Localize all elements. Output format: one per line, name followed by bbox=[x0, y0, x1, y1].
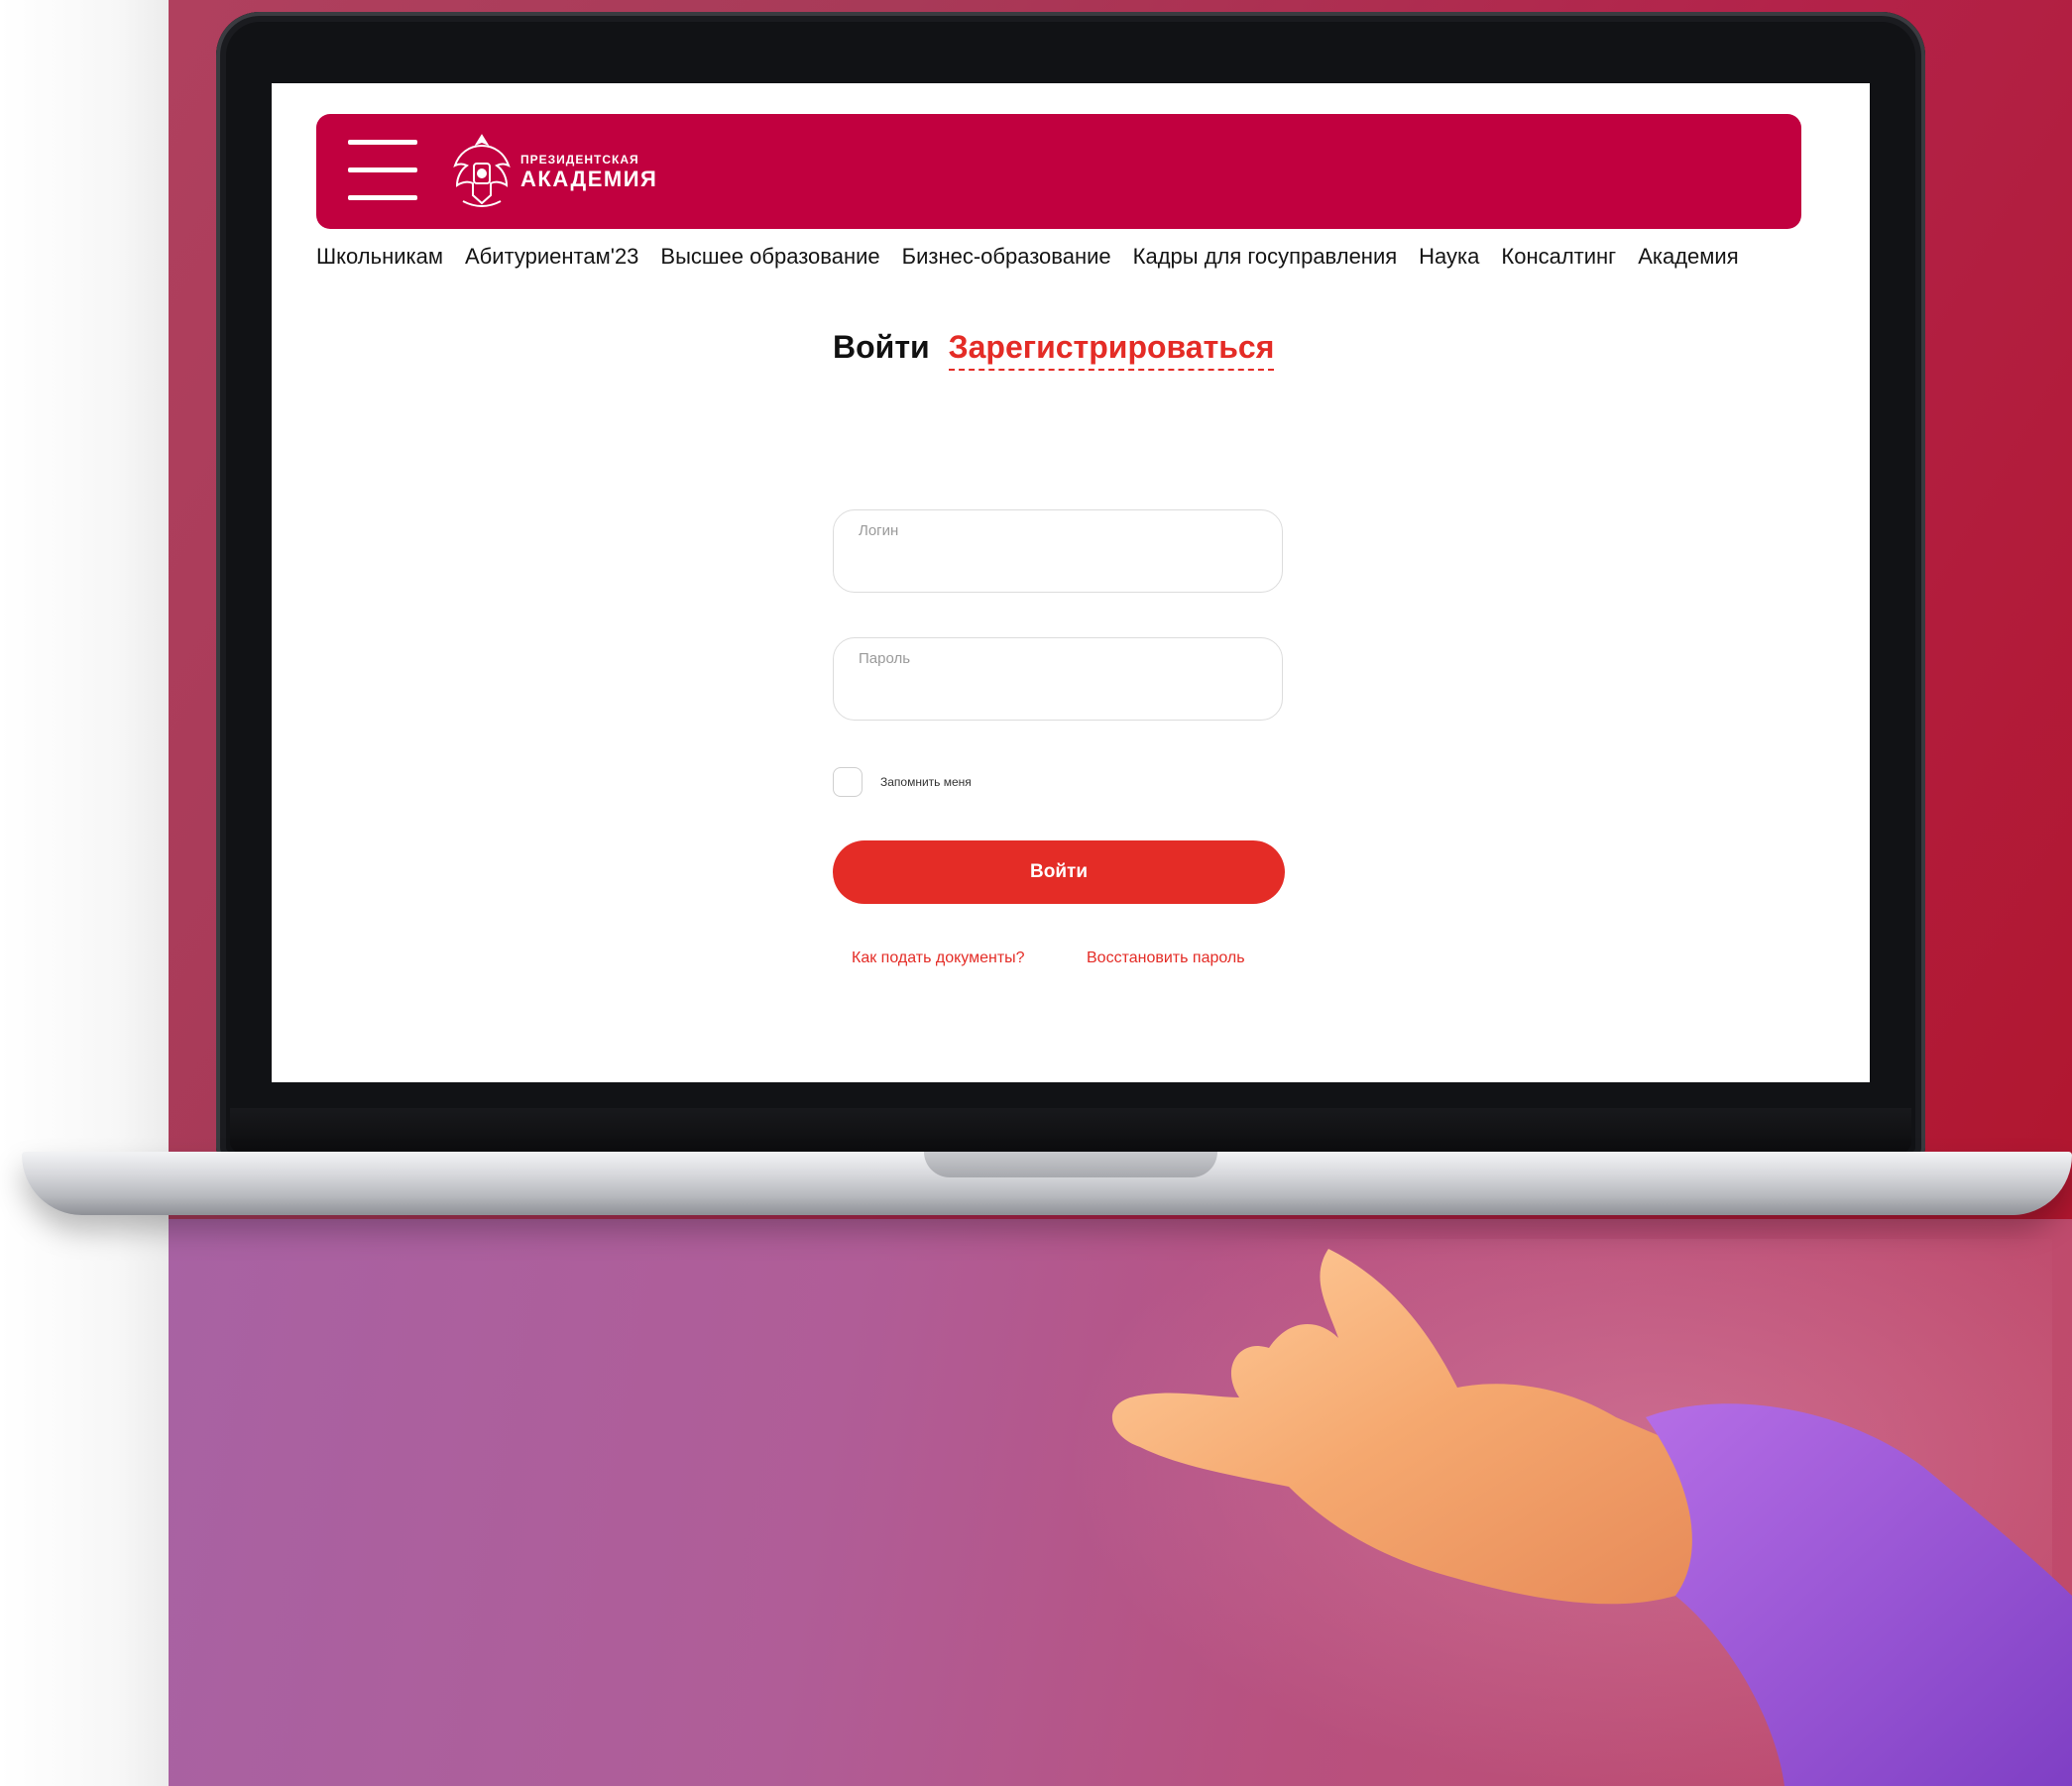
tab-register[interactable]: Зарегистрироваться bbox=[948, 329, 1275, 371]
login-input[interactable] bbox=[858, 548, 1258, 584]
nav-item-science[interactable]: Наука bbox=[1419, 244, 1501, 279]
auth-tabs: Войти Зарегистрироваться bbox=[833, 329, 1275, 371]
tab-login[interactable]: Войти bbox=[833, 329, 930, 365]
password-field: Пароль bbox=[833, 637, 1283, 721]
password-input[interactable] bbox=[858, 676, 1258, 712]
login-button[interactable]: Войти bbox=[833, 840, 1285, 904]
remember-me: Запомнить меня bbox=[833, 767, 972, 797]
remember-checkbox[interactable] bbox=[833, 767, 863, 797]
nav-item-schoolchildren[interactable]: Школьникам bbox=[316, 244, 465, 279]
logo-small-text: ПРЕЗИДЕНТСКАЯ bbox=[520, 152, 639, 167]
nav-item-consulting[interactable]: Консалтинг bbox=[1501, 244, 1638, 279]
restore-password-link[interactable]: Восстановить пароль bbox=[1087, 949, 1245, 967]
password-label: Пароль bbox=[859, 650, 911, 667]
laptop-bezel bbox=[230, 1108, 1911, 1154]
site-logo[interactable]: ПРЕЗИДЕНТСКАЯ АКАДЕМИЯ bbox=[449, 127, 657, 216]
nav-item-business-education[interactable]: Бизнес-образование bbox=[902, 244, 1133, 279]
emblem-icon bbox=[453, 134, 511, 207]
login-label: Логин bbox=[859, 522, 899, 539]
remember-label[interactable]: Запомнить меня bbox=[880, 775, 972, 789]
laptop-notch bbox=[924, 1152, 1217, 1177]
how-to-submit-link[interactable]: Как подать документы? bbox=[852, 949, 1025, 967]
hand-illustration bbox=[1111, 1249, 2072, 1786]
nav-item-applicants[interactable]: Абитуриентам'23 bbox=[465, 244, 660, 279]
nav-item-academy[interactable]: Академия bbox=[1638, 244, 1760, 279]
login-field: Логин bbox=[833, 509, 1283, 593]
nav-item-higher-education[interactable]: Высшее образование bbox=[660, 244, 901, 279]
menu-icon[interactable] bbox=[348, 140, 417, 201]
laptop-screen: ПРЕЗИДЕНТСКАЯ АКАДЕМИЯ Школьникам Абитур… bbox=[272, 83, 1870, 1082]
logo-big-text: АКАДЕМИЯ bbox=[520, 166, 658, 191]
left-margin bbox=[0, 0, 169, 1786]
main-nav: Школьникам Абитуриентам'23 Высшее образо… bbox=[316, 244, 1761, 279]
site-header: ПРЕЗИДЕНТСКАЯ АКАДЕМИЯ bbox=[316, 114, 1801, 229]
nav-item-public-administration[interactable]: Кадры для госуправления bbox=[1133, 244, 1420, 279]
